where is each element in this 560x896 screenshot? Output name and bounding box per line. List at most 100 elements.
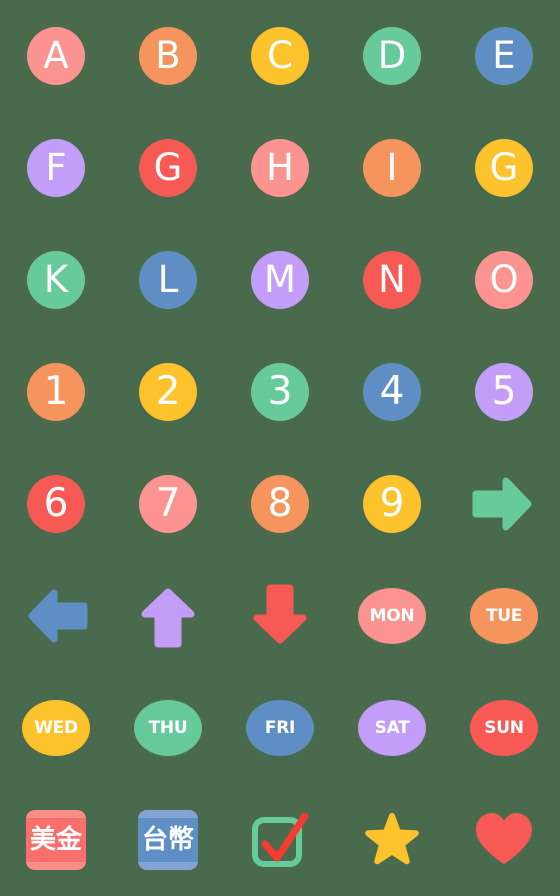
sticker-number-1[interactable]: 1 — [27, 363, 85, 421]
sticker-day-tue[interactable]: TUE — [470, 588, 538, 644]
sticker-number-5[interactable]: 5 — [475, 363, 533, 421]
sticker-cell-star[interactable] — [336, 784, 448, 896]
sticker-letter-o[interactable]: O — [475, 251, 533, 309]
sticker-cell-letter-m[interactable]: M — [224, 224, 336, 336]
sticker-cell-number-9[interactable]: 9 — [336, 448, 448, 560]
sticker-number-3[interactable]: 3 — [251, 363, 309, 421]
arrow-down-icon-path — [253, 584, 307, 644]
sticker-label: 3 — [267, 368, 293, 414]
sticker-cell-number-6[interactable]: 6 — [0, 448, 112, 560]
sticker-cell-currency-twd[interactable]: 台幣 — [112, 784, 224, 896]
sticker-cell-letter-f[interactable]: F — [0, 112, 112, 224]
sticker-cell-letter-l[interactable]: L — [112, 224, 224, 336]
checkbox-checked-icon[interactable] — [248, 808, 312, 872]
sticker-cell-day-sun[interactable]: SUN — [448, 672, 560, 784]
sticker-cell-day-fri[interactable]: FRI — [224, 672, 336, 784]
sticker-cell-letter-c[interactable]: C — [224, 0, 336, 112]
sticker-cell-letter-e[interactable]: E — [448, 0, 560, 112]
star-icon[interactable] — [360, 808, 424, 872]
sticker-label: SAT — [374, 717, 410, 738]
sticker-cell-arrow-down[interactable] — [224, 560, 336, 672]
sticker-label: 7 — [155, 480, 181, 526]
sticker-currency-usd[interactable]: 美金 — [26, 810, 86, 870]
sticker-cell-letter-j[interactable]: G — [448, 112, 560, 224]
sticker-cell-day-sat[interactable]: SAT — [336, 672, 448, 784]
heart-icon[interactable] — [472, 808, 536, 872]
sticker-cell-heart[interactable] — [448, 784, 560, 896]
sticker-letter-e[interactable]: E — [475, 27, 533, 85]
sticker-cell-number-1[interactable]: 1 — [0, 336, 112, 448]
sticker-cell-letter-b[interactable]: B — [112, 0, 224, 112]
sticker-cell-number-3[interactable]: 3 — [224, 336, 336, 448]
sticker-day-fri[interactable]: FRI — [246, 700, 314, 756]
sticker-letter-d[interactable]: D — [363, 27, 421, 85]
sticker-cell-letter-d[interactable]: D — [336, 0, 448, 112]
sticker-cell-letter-i[interactable]: I — [336, 112, 448, 224]
sticker-label: 4 — [379, 368, 405, 414]
sticker-number-2[interactable]: 2 — [139, 363, 197, 421]
sticker-cell-checkbox-checked[interactable] — [224, 784, 336, 896]
sticker-label: 美金 — [29, 825, 82, 855]
sticker-label: M — [264, 257, 296, 301]
sticker-label: G — [153, 145, 183, 189]
arrow-left-icon[interactable] — [24, 584, 88, 648]
sticker-label: D — [377, 33, 407, 77]
arrow-left-icon-path — [28, 589, 88, 643]
sticker-cell-letter-h[interactable]: H — [224, 112, 336, 224]
arrow-up-icon[interactable] — [136, 584, 200, 648]
sticker-cell-day-thu[interactable]: THU — [112, 672, 224, 784]
sticker-cell-letter-a[interactable]: A — [0, 0, 112, 112]
sticker-day-mon[interactable]: MON — [358, 588, 426, 644]
sticker-label: THU — [148, 717, 188, 738]
sticker-label: SUN — [484, 717, 524, 738]
sticker-letter-f[interactable]: F — [27, 139, 85, 197]
sticker-letter-k[interactable]: K — [27, 251, 85, 309]
sticker-label: O — [489, 257, 519, 301]
sticker-letter-g[interactable]: G — [139, 139, 197, 197]
sticker-letter-l[interactable]: L — [139, 251, 197, 309]
sticker-letter-c[interactable]: C — [251, 27, 309, 85]
sticker-letter-m[interactable]: M — [251, 251, 309, 309]
heart-path — [476, 813, 532, 864]
sticker-label: K — [43, 257, 69, 301]
sticker-letter-h[interactable]: H — [251, 139, 309, 197]
sticker-cell-letter-k[interactable]: K — [0, 224, 112, 336]
arrow-right-icon-path — [472, 477, 532, 531]
arrow-down-icon[interactable] — [248, 584, 312, 648]
sticker-label: I — [386, 145, 398, 189]
sticker-cell-number-2[interactable]: 2 — [112, 336, 224, 448]
sticker-letter-n[interactable]: N — [363, 251, 421, 309]
sticker-cell-arrow-up[interactable] — [112, 560, 224, 672]
sticker-number-4[interactable]: 4 — [363, 363, 421, 421]
sticker-day-sun[interactable]: SUN — [470, 700, 538, 756]
arrow-right-icon[interactable] — [472, 472, 536, 536]
sticker-label: 1 — [43, 368, 69, 414]
sticker-number-6[interactable]: 6 — [27, 475, 85, 533]
sticker-label: FRI — [264, 717, 296, 738]
sticker-letter-j[interactable]: G — [475, 139, 533, 197]
sticker-day-sat[interactable]: SAT — [358, 700, 426, 756]
sticker-cell-day-tue[interactable]: TUE — [448, 560, 560, 672]
sticker-number-9[interactable]: 9 — [363, 475, 421, 533]
sticker-cell-number-4[interactable]: 4 — [336, 336, 448, 448]
sticker-label: TUE — [485, 605, 523, 626]
sticker-number-8[interactable]: 8 — [251, 475, 309, 533]
sticker-cell-arrow-left[interactable] — [0, 560, 112, 672]
sticker-letter-b[interactable]: B — [139, 27, 197, 85]
sticker-cell-day-mon[interactable]: MON — [336, 560, 448, 672]
sticker-cell-number-5[interactable]: 5 — [448, 336, 560, 448]
sticker-cell-arrow-right[interactable] — [448, 448, 560, 560]
sticker-cell-letter-g[interactable]: G — [112, 112, 224, 224]
sticker-cell-letter-o[interactable]: O — [448, 224, 560, 336]
sticker-cell-number-7[interactable]: 7 — [112, 448, 224, 560]
sticker-cell-letter-n[interactable]: N — [336, 224, 448, 336]
sticker-day-thu[interactable]: THU — [134, 700, 202, 756]
sticker-letter-i[interactable]: I — [363, 139, 421, 197]
sticker-number-7[interactable]: 7 — [139, 475, 197, 533]
sticker-letter-a[interactable]: A — [27, 27, 85, 85]
sticker-day-wed[interactable]: WED — [22, 700, 90, 756]
sticker-cell-number-8[interactable]: 8 — [224, 448, 336, 560]
sticker-currency-twd[interactable]: 台幣 — [138, 810, 198, 870]
sticker-cell-currency-usd[interactable]: 美金 — [0, 784, 112, 896]
sticker-cell-day-wed[interactable]: WED — [0, 672, 112, 784]
